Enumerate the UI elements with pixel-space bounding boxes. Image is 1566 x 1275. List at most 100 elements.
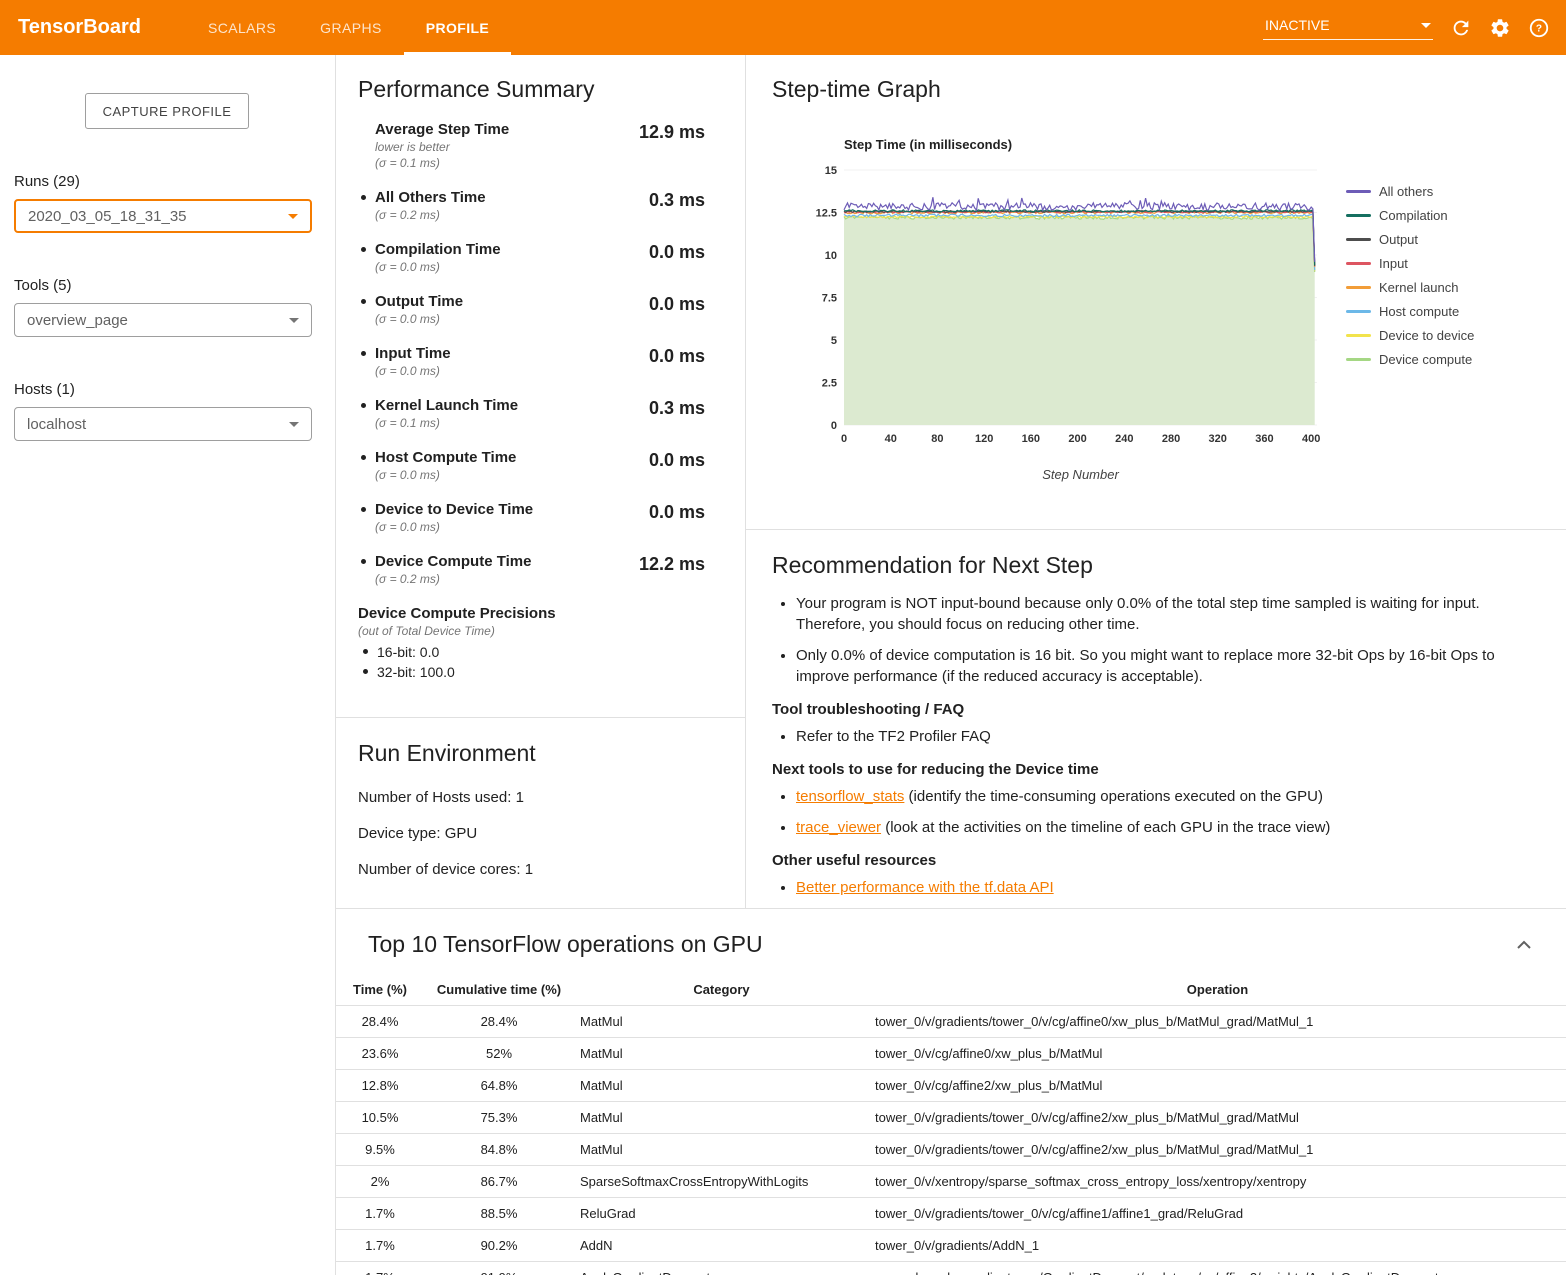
metric-sigma: (σ = 0.1 ms) [375, 156, 509, 170]
svg-text:120: 120 [975, 433, 993, 445]
metric-value: 0.3 ms [649, 397, 705, 419]
bullet-dot [361, 559, 366, 564]
table-cell: 90.2% [424, 1230, 574, 1262]
metric-value: 0.0 ms [649, 449, 705, 471]
table-cell: 23.6% [336, 1038, 424, 1070]
run-environment-title: Run Environment [358, 740, 721, 767]
metric-value: 0.0 ms [649, 293, 705, 315]
metric-value: 12.2 ms [639, 553, 705, 575]
table-cell: 28.4% [336, 1006, 424, 1038]
top-ops-section: Top 10 TensorFlow operations on GPU Time… [336, 908, 1566, 1275]
gear-icon[interactable] [1489, 17, 1511, 39]
header-tabs: SCALARSGRAPHSPROFILE [186, 0, 511, 55]
table-row: 1.7%91.9%ApplyGradientDescentappend_appl… [336, 1262, 1566, 1275]
metric-sigma: (σ = 0.2 ms) [375, 208, 486, 222]
svg-text:2.5: 2.5 [822, 378, 837, 390]
collapse-icon[interactable] [1512, 936, 1536, 954]
chart-legend: All othersCompilationOutputInputKernel l… [1346, 162, 1474, 484]
column-header: Operation [869, 974, 1566, 1006]
tensorflow_stats-link[interactable]: tensorflow_stats [796, 788, 904, 805]
svg-text:320: 320 [1209, 433, 1227, 445]
table-cell: 1.7% [336, 1230, 424, 1262]
svg-text:Step Number: Step Number [1042, 467, 1119, 482]
app-title: TensorBoard [0, 0, 186, 55]
table-cell: AddN [574, 1230, 869, 1262]
bullet-dot [361, 247, 366, 252]
runenv-lines: Number of Hosts used: 1Device type: GPUN… [358, 789, 721, 878]
table-row: 23.6%52%MatMultower_0/v/cg/affine0/xw_pl… [336, 1038, 1566, 1070]
step-time-graph-section: Step-time Graph Step Time (in millisecon… [746, 55, 1566, 530]
status-dropdown[interactable]: INACTIVE [1263, 15, 1433, 40]
perf-item: Output Time (σ = 0.0 ms) 0.0 ms [358, 293, 705, 326]
table-cell: tower_0/v/cg/affine0/xw_plus_b/MatMul [869, 1038, 1566, 1070]
table-cell: tower_0/v/gradients/tower_0/v/cg/affine2… [869, 1102, 1566, 1134]
perf-item: Compilation Time (σ = 0.0 ms) 0.0 ms [358, 241, 705, 274]
runs-select[interactable]: 2020_03_05_18_31_35 [14, 199, 312, 233]
chevron-down-icon [288, 214, 298, 219]
legend-item: Output [1346, 232, 1474, 247]
ops-table-body: 28.4%28.4%MatMultower_0/v/gradients/towe… [336, 1006, 1566, 1275]
svg-text:12.5: 12.5 [816, 208, 837, 220]
legend-item: Device to device [1346, 328, 1474, 343]
recommendation-tools: tensorflow_stats (identify the time-cons… [772, 786, 1540, 838]
runs-label: Runs (29) [14, 173, 335, 190]
table-cell: MatMul [574, 1102, 869, 1134]
hosts-select[interactable]: localhost [14, 407, 312, 441]
recommendation-other: Better performance with the tf.data API [772, 877, 1540, 898]
table-cell: 84.8% [424, 1134, 574, 1166]
perf-item: Device to Device Time (σ = 0.0 ms) 0.0 m… [358, 501, 705, 534]
tools-value: overview_page [27, 312, 128, 329]
bullet-dot [361, 351, 366, 356]
tab-scalars[interactable]: SCALARS [186, 0, 298, 55]
legend-item: Kernel launch [1346, 280, 1474, 295]
tools-select[interactable]: overview_page [14, 303, 312, 337]
svg-text:240: 240 [1115, 433, 1133, 445]
table-cell: 86.7% [424, 1166, 574, 1198]
svg-text:0: 0 [841, 433, 847, 445]
table-cell: tower_0/v/gradients/tower_0/v/cg/affine1… [869, 1198, 1566, 1230]
column-header: Cumulative time (%) [424, 974, 574, 1006]
chart-title: Step Time (in milliseconds) [844, 137, 1546, 152]
recommendation-item: Only 0.0% of device computation is 16 bi… [796, 645, 1536, 687]
other-resources-title: Other useful resources [772, 852, 1540, 869]
bullet-dot [363, 649, 368, 654]
svg-text:360: 360 [1255, 433, 1273, 445]
legend-item: All others [1346, 184, 1474, 199]
table-cell: 1.7% [336, 1198, 424, 1230]
bullet-dot [361, 455, 366, 460]
trace_viewer-link[interactable]: trace_viewer [796, 819, 881, 836]
recommendation-section: Recommendation for Next Step Your progra… [746, 530, 1566, 908]
metric-note: lower is better [375, 140, 509, 154]
table-row: 9.5%84.8%MatMultower_0/v/gradients/tower… [336, 1134, 1566, 1166]
table-cell: 75.3% [424, 1102, 574, 1134]
tab-graphs[interactable]: GRAPHS [298, 0, 404, 55]
refresh-icon[interactable] [1450, 17, 1472, 39]
help-icon[interactable]: ? [1528, 17, 1550, 39]
table-cell: 64.8% [424, 1070, 574, 1102]
tab-profile[interactable]: PROFILE [404, 0, 511, 55]
table-cell: MatMul [574, 1006, 869, 1038]
table-row: 10.5%75.3%MatMultower_0/v/gradients/towe… [336, 1102, 1566, 1134]
metric-label: Input Time [375, 345, 451, 362]
recommendation-bullets: Your program is NOT input-bound because … [772, 593, 1540, 687]
precision-item: 32-bit: 100.0 [360, 664, 705, 680]
table-cell: ApplyGradientDescent [574, 1262, 869, 1275]
resource-link[interactable]: Better performance with the tf.data API [796, 879, 1054, 896]
chevron-down-icon [289, 318, 299, 323]
metric-sigma: (σ = 0.0 ms) [375, 260, 501, 274]
average-step-time: Average Step Time lower is better (σ = 0… [358, 121, 705, 170]
table-cell: tower_0/v/gradients/AddN_1 [869, 1230, 1566, 1262]
bullet-dot [361, 403, 366, 408]
table-cell: append_apply_gradient_ops/GradientDescen… [869, 1262, 1566, 1275]
metric-label: Output Time [375, 293, 463, 310]
metric-sigma: (σ = 0.1 ms) [375, 416, 518, 430]
status-value: INACTIVE [1265, 17, 1330, 33]
table-cell: 52% [424, 1038, 574, 1070]
column-header: Category [574, 974, 869, 1006]
table-row: 1.7%88.5%ReluGradtower_0/v/gradients/tow… [336, 1198, 1566, 1230]
table-cell: tower_0/v/gradients/tower_0/v/cg/affine2… [869, 1134, 1566, 1166]
capture-profile-button[interactable]: CAPTURE PROFILE [85, 93, 249, 129]
table-cell: 10.5% [336, 1102, 424, 1134]
perf-items: All Others Time (σ = 0.2 ms) 0.3 ms Comp… [358, 189, 705, 586]
table-cell: MatMul [574, 1134, 869, 1166]
